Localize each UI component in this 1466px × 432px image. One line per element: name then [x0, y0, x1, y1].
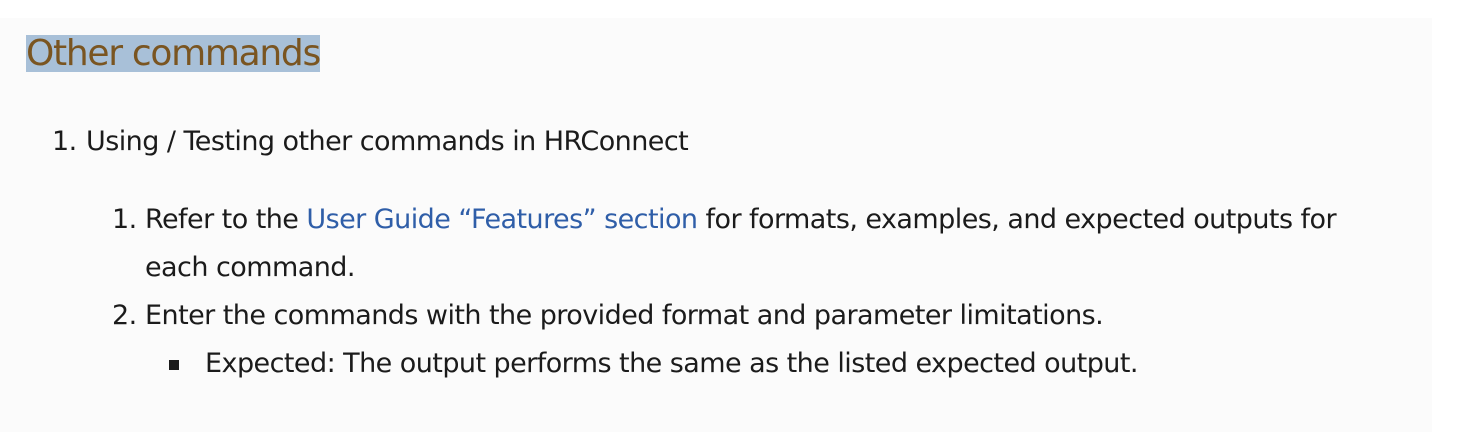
substep-text: Enter the commands with the provided for… — [145, 300, 1104, 331]
section-content: 1. Using / Testing other commands in HRC… — [0, 118, 1432, 388]
expected-list: Expected: The output performs the same a… — [145, 340, 1385, 388]
substep-number: 1. — [112, 204, 137, 235]
step-text: Using / Testing other commands in HRConn… — [86, 126, 689, 157]
user-guide-features-link[interactable]: User Guide “Features” section — [306, 204, 698, 235]
step-number: 1. — [52, 126, 77, 157]
section-heading: Other commands — [26, 33, 321, 74]
substep-number: 2. — [112, 300, 137, 331]
substep-text-before: Refer to the — [145, 204, 307, 235]
substep-item: 2. Enter the commands with the provided … — [112, 292, 1385, 388]
document-page: Other commands 1. Using / Testing other … — [0, 18, 1432, 432]
substeps-list: 1. Refer to the User Guide “Features” se… — [86, 196, 1385, 388]
expected-item: Expected: The output performs the same a… — [169, 340, 1385, 388]
step-item: 1. Using / Testing other commands in HRC… — [0, 118, 1432, 388]
expected-text: Expected: The output performs the same a… — [205, 348, 1138, 379]
square-bullet-icon — [169, 360, 179, 370]
substep-item: 1. Refer to the User Guide “Features” se… — [112, 196, 1385, 292]
steps-list: 1. Using / Testing other commands in HRC… — [0, 118, 1432, 388]
